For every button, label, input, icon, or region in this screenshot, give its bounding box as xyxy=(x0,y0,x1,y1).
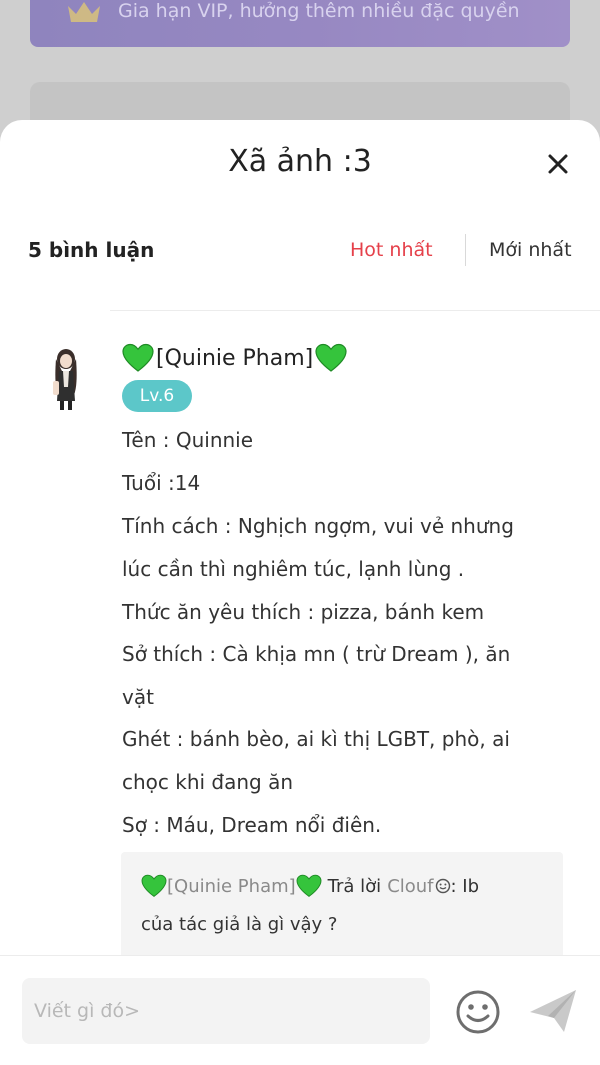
reply-header: [Quinie Pham] Trả lời Clouf : Ib xyxy=(141,874,479,898)
crown-icon xyxy=(68,2,100,22)
comment-line: Tên : Quinnie xyxy=(122,428,254,452)
reply-author-name[interactable]: [Quinie Pham] xyxy=(167,876,296,897)
avatar[interactable] xyxy=(42,345,88,411)
comment-input[interactable] xyxy=(22,978,430,1044)
sort-new-tab[interactable]: Mới nhất xyxy=(489,239,572,261)
reply-verb: Trả lời xyxy=(327,875,382,897)
reply-preview[interactable]: [Quinie Pham] Trả lời Clouf : Ib của tác… xyxy=(121,852,563,962)
reply-text: của tác giả là gì vậy ? xyxy=(141,914,338,935)
green-heart-icon xyxy=(122,343,154,372)
comments-sheet: Xã ảnh :3 5 bình luận Hot nhất Mới nhất … xyxy=(0,120,600,1065)
reply-target-name[interactable]: Clouf xyxy=(387,876,433,897)
comment-line: Sợ : Máu, Dream nổi điên. xyxy=(122,813,382,837)
reply-text: : Ib xyxy=(450,875,480,897)
comment-line: Tính cách : Nghịch ngợm, vui vẻ nhưng xyxy=(122,514,514,538)
sort-hot-tab[interactable]: Hot nhất xyxy=(350,239,433,261)
divider xyxy=(110,310,600,311)
smiley-icon[interactable] xyxy=(455,989,501,1035)
level-badge: Lv.6 xyxy=(122,380,192,412)
comment-input-bar xyxy=(0,955,600,1065)
comment-count: 5 bình luận xyxy=(28,238,155,262)
green-heart-icon xyxy=(296,874,322,898)
comment-line: Ghét : bánh bèo, ai kì thị LGBT, phò, ai xyxy=(122,727,510,751)
vip-banner-text: Gia hạn VIP, hưởng thêm nhiều đặc quyền xyxy=(118,0,520,22)
send-icon[interactable] xyxy=(528,988,578,1034)
comment-line: Thức ăn yêu thích : pizza, bánh kem xyxy=(122,600,485,624)
comment-line: Sở thích : Cà khịa mn ( trừ Dream ), ăn xyxy=(122,642,511,666)
smiley-face-icon xyxy=(435,878,450,894)
green-heart-icon xyxy=(141,874,167,898)
comment-author[interactable]: [Quinie Pham] xyxy=(122,342,347,374)
comment-line: chọc khi đang ăn xyxy=(122,770,294,794)
close-icon[interactable] xyxy=(542,148,574,180)
sort-divider xyxy=(465,234,466,266)
sheet-title: Xã ảnh :3 xyxy=(228,144,372,179)
comment-line: Tuổi :14 xyxy=(122,471,201,495)
comment-line: lúc cần thì nghiêm túc, lạnh lùng . xyxy=(122,557,465,581)
comment-author-name: [Quinie Pham] xyxy=(156,345,314,371)
comment-line: vặt xyxy=(122,685,154,709)
green-heart-icon xyxy=(315,343,347,372)
